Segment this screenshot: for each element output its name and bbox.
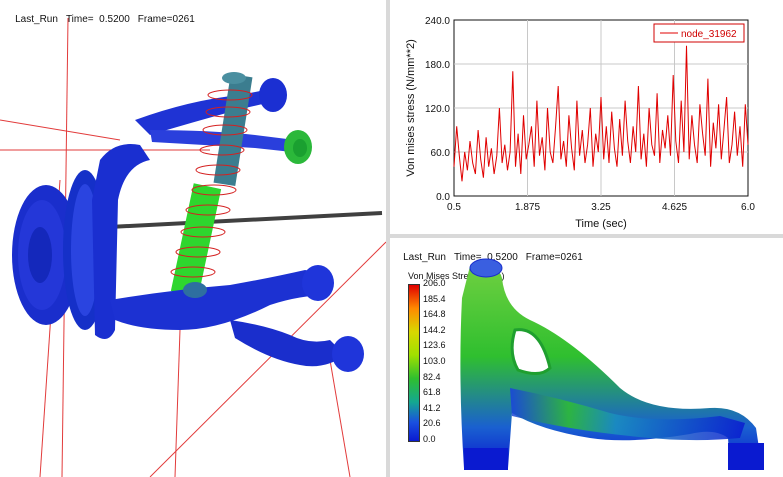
- y-tick-label: 180.0: [425, 60, 450, 71]
- bottom-mount-left: [464, 448, 508, 470]
- colorbar-label: 185.4: [423, 293, 446, 304]
- x-tick-label: 1.875: [515, 202, 540, 213]
- y-tick-label: 120.0: [425, 104, 450, 115]
- colorbar-label: 123.6: [423, 340, 446, 351]
- x-tick-label: 6.0: [741, 202, 755, 213]
- contour-frame-label: Frame=0261: [525, 252, 583, 263]
- y-tick-label: 240.0: [425, 16, 450, 27]
- control-arm-cutout: [510, 328, 552, 375]
- legend-box: node_31962: [653, 23, 745, 43]
- upper-bushing-front: [259, 78, 287, 112]
- colorbar-label: 164.8: [423, 309, 446, 320]
- contour-time-label: Time= 0.5200: [453, 252, 518, 263]
- colorbar-label: 103.0: [423, 356, 446, 366]
- viewport-3d[interactable]: Last_Run Time= 0.5200 Frame=0261: [0, 0, 386, 477]
- x-axis-label: Time (sec): [575, 218, 627, 230]
- y-tick-label: 0.0: [436, 192, 450, 203]
- contour-header: Last_Run Time= 0.5200 Frame=0261: [392, 241, 591, 274]
- stress-plot: 0.5 1.875 3.25 4.625 6.0 0.0 60.0 120.0 180.0 24…: [405, 16, 755, 230]
- x-tick-label: 0.5: [447, 202, 461, 213]
- wheel-hub: [12, 170, 107, 330]
- lower-bushing-rear: [332, 336, 364, 372]
- control-arm-body: [460, 265, 762, 468]
- control-arm-sweep: [510, 388, 745, 441]
- drive-shaft: [89, 211, 383, 230]
- x-tick-labels: 0.5 1.875 3.25 4.625 6.0: [447, 202, 755, 213]
- colorbar-label: 206.0: [423, 278, 446, 288]
- lower-arm-rear: [230, 320, 345, 367]
- contour-view[interactable]: Last_Run Time= 0.5200 Frame=0261 Von Mises…: [390, 238, 783, 477]
- colorbar-label: 82.4: [423, 371, 441, 382]
- y-axis-label: Von mises stress (N/mm**2): [405, 39, 417, 177]
- suspension-model: [0, 17, 386, 477]
- contour-run-label: Last_Run: [403, 252, 446, 263]
- ball-joint: [183, 282, 207, 298]
- x-tick-label: 3.25: [591, 202, 611, 213]
- colorbar-label: 41.2: [423, 402, 441, 413]
- bottom-mount-right: [728, 443, 764, 470]
- colorbar-label: 61.8: [423, 387, 441, 398]
- colorbar-label: 20.6: [423, 418, 441, 429]
- y-tick-labels: 0.0 60.0 120.0 180.0 240.0: [425, 16, 450, 203]
- lower-bushing-front: [302, 265, 334, 301]
- upper-arm-front: [135, 88, 280, 135]
- colorbar-label: 0.0: [423, 434, 436, 444]
- x-tick-label: 4.625: [662, 202, 687, 213]
- legend-label: node_31962: [681, 29, 737, 40]
- stress-plot-panel[interactable]: 0.5 1.875 3.25 4.625 6.0 0.0 60.0 120.0 180.0 24…: [390, 0, 783, 234]
- y-tick-label: 60.0: [431, 148, 451, 159]
- lower-arm: [110, 270, 330, 330]
- colorbar: [408, 284, 420, 442]
- colorbar-label: 144.2: [423, 324, 446, 335]
